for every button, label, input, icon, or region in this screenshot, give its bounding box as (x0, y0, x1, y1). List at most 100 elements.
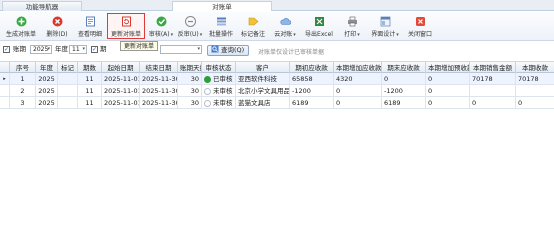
table-row[interactable]: ▸ 1 2025 11 2025-11-01 2025-11-30 30 已审核… (0, 73, 554, 85)
export-excel-button[interactable]: 导出Excel (302, 13, 336, 39)
cell-no: 3 (10, 97, 36, 109)
cell-year: 2025 (36, 97, 58, 109)
tab-strip: 功能导航器 对账单 (0, 0, 554, 11)
month-checkbox[interactable]: ✓ (91, 46, 98, 53)
cell-customer: 蓝猫文具店 (236, 97, 290, 109)
unapprove-icon (184, 15, 196, 27)
search-icon (211, 45, 219, 56)
interface-design-button[interactable]: 界面设计▾ (368, 13, 402, 39)
view-detail-label: 查看明细 (77, 31, 102, 38)
generate-statement-button[interactable]: 生成对账单 (4, 13, 38, 39)
cell-status: 未审核 (202, 85, 236, 97)
cell-customer: 亚西软件科技 (236, 73, 290, 85)
close-window-button[interactable]: 关闭窗口 (404, 13, 436, 39)
tooltip: 更新对账单 (120, 41, 159, 51)
cell-days: 30 (178, 73, 202, 85)
cell-mark (58, 97, 78, 109)
unapprove-label: 反审(U)▾ (177, 31, 203, 38)
customer-input[interactable]: ▾ (160, 45, 202, 54)
period-checkbox[interactable]: ✓ (3, 46, 10, 53)
cell-start-date: 2025-11-01 (104, 73, 140, 85)
batch-operation-label: 批量操作 (208, 31, 233, 38)
year-select[interactable]: 2025 ▾ (30, 45, 52, 54)
view-detail-icon (84, 15, 96, 27)
cell-mark (58, 85, 78, 97)
cell-added-ar: 4320 (334, 73, 382, 85)
cell-days: 30 (178, 85, 202, 97)
period-label: 期 (100, 45, 107, 53)
print-button[interactable]: 打印▾ (338, 13, 366, 39)
delete-button[interactable]: 删除(D) (43, 13, 71, 39)
cell-added-ar: 0 (334, 85, 382, 97)
cell-start-date: 2025-11-01 (104, 97, 140, 109)
cell-period: 11 (78, 85, 102, 97)
tag-remark-button[interactable]: 标记备注 (238, 13, 268, 39)
cell-period: 11 (78, 97, 102, 109)
cell-end-date: 2025-11-30 (142, 97, 178, 109)
cell-ending-ar: 6189 (382, 97, 426, 109)
status-text: 已审核 (213, 75, 233, 83)
cell-added-ar: 0 (334, 97, 382, 109)
grid-header: 序号 年度 标记 期数 起始日期 结束日期 账期天数 审核状态 客户 期初应收款… (0, 61, 554, 74)
cell-no: 1 (10, 73, 36, 85)
cell-opening-ar: 6189 (290, 97, 334, 109)
cell-receipt: 0 (518, 99, 523, 107)
tab-function-navigator[interactable]: 功能导航器 (2, 1, 82, 11)
cell-ending-ar: -1200 (382, 85, 426, 97)
cloud-icon (279, 15, 291, 27)
refresh-statement-icon (120, 16, 132, 27)
cell-sales-amount: 70178 (470, 73, 516, 85)
add-icon (15, 15, 27, 27)
approve-icon (155, 15, 167, 27)
update-statement-button[interactable]: 更新对账单 (107, 13, 145, 39)
approve-button[interactable]: 审核(A)▾ (148, 13, 174, 39)
year-unit-label: 年度 (55, 45, 68, 53)
dropdown-icon: ▾ (197, 46, 200, 52)
table-row[interactable]: 2 2025 11 2025-11-01 2025-11-30 30 未审核 北… (0, 85, 554, 97)
row-pointer-icon: ▸ (0, 73, 10, 85)
cell-opening-ar: -1200 (290, 85, 334, 97)
tag-icon (247, 15, 259, 27)
view-detail-button[interactable]: 查看明细 (75, 13, 105, 39)
cell-sales-amount (470, 85, 516, 97)
unapproved-status-icon (204, 87, 211, 95)
update-statement-label: 更新对账单 (110, 31, 141, 38)
cloud-reconcile-button[interactable]: 云对账▾ (270, 13, 300, 39)
cell-end-date: 2025-11-30 (142, 73, 178, 85)
cell-no: 2 (10, 85, 36, 97)
interface-design-label: 界面设计▾ (371, 31, 399, 38)
table-row[interactable]: 3 2025 11 2025-11-01 2025-11-30 30 未审核 蓝… (0, 97, 554, 109)
close-icon (414, 15, 426, 27)
filter-bar: ✓ 账期 2025 ▾ 年度 11 ▾ ✓ 期 ▾ 查询(Q) 对账单仅设计已审核单… (0, 42, 554, 56)
cell-period: 11 (78, 73, 102, 85)
approved-status-icon (204, 75, 211, 83)
cell-status: 已审核 (202, 73, 236, 85)
print-label: 打印▾ (344, 31, 360, 38)
delete-label: 删除(D) (46, 31, 68, 38)
delete-icon (51, 15, 63, 27)
tab-statement[interactable]: 对账单 (172, 1, 272, 11)
unapprove-button[interactable]: 反审(U)▾ (176, 13, 204, 39)
row-indicator (0, 85, 10, 97)
year-value: 2025 (33, 46, 49, 53)
cell-receipt: 70178 (518, 75, 539, 83)
unapproved-status-icon (204, 99, 211, 107)
design-icon (379, 15, 391, 27)
cell-sales-amount: 0 (470, 97, 516, 109)
cell-receipt (516, 85, 554, 97)
query-button[interactable]: 查询(Q) (207, 45, 249, 56)
period-checkbox-label: 账期 (13, 45, 26, 53)
status-text: 未审核 (213, 99, 233, 107)
cell-end-date: 2025-11-30 (142, 85, 178, 97)
month-select[interactable]: 11 ▾ (69, 45, 87, 54)
export-excel-label: 导出Excel (305, 31, 333, 38)
cell-mark (58, 73, 78, 85)
batch-icon (215, 15, 227, 27)
row-indicator (0, 97, 10, 109)
cell-start-date: 2025-11-01 (104, 85, 140, 97)
cell-days: 30 (178, 97, 202, 109)
batch-operation-button[interactable]: 批量操作 (206, 13, 236, 39)
approve-label: 审核(A)▾ (148, 31, 174, 38)
cell-added-prepay: 0 (426, 97, 470, 109)
cell-opening-ar: 65858 (290, 73, 334, 85)
